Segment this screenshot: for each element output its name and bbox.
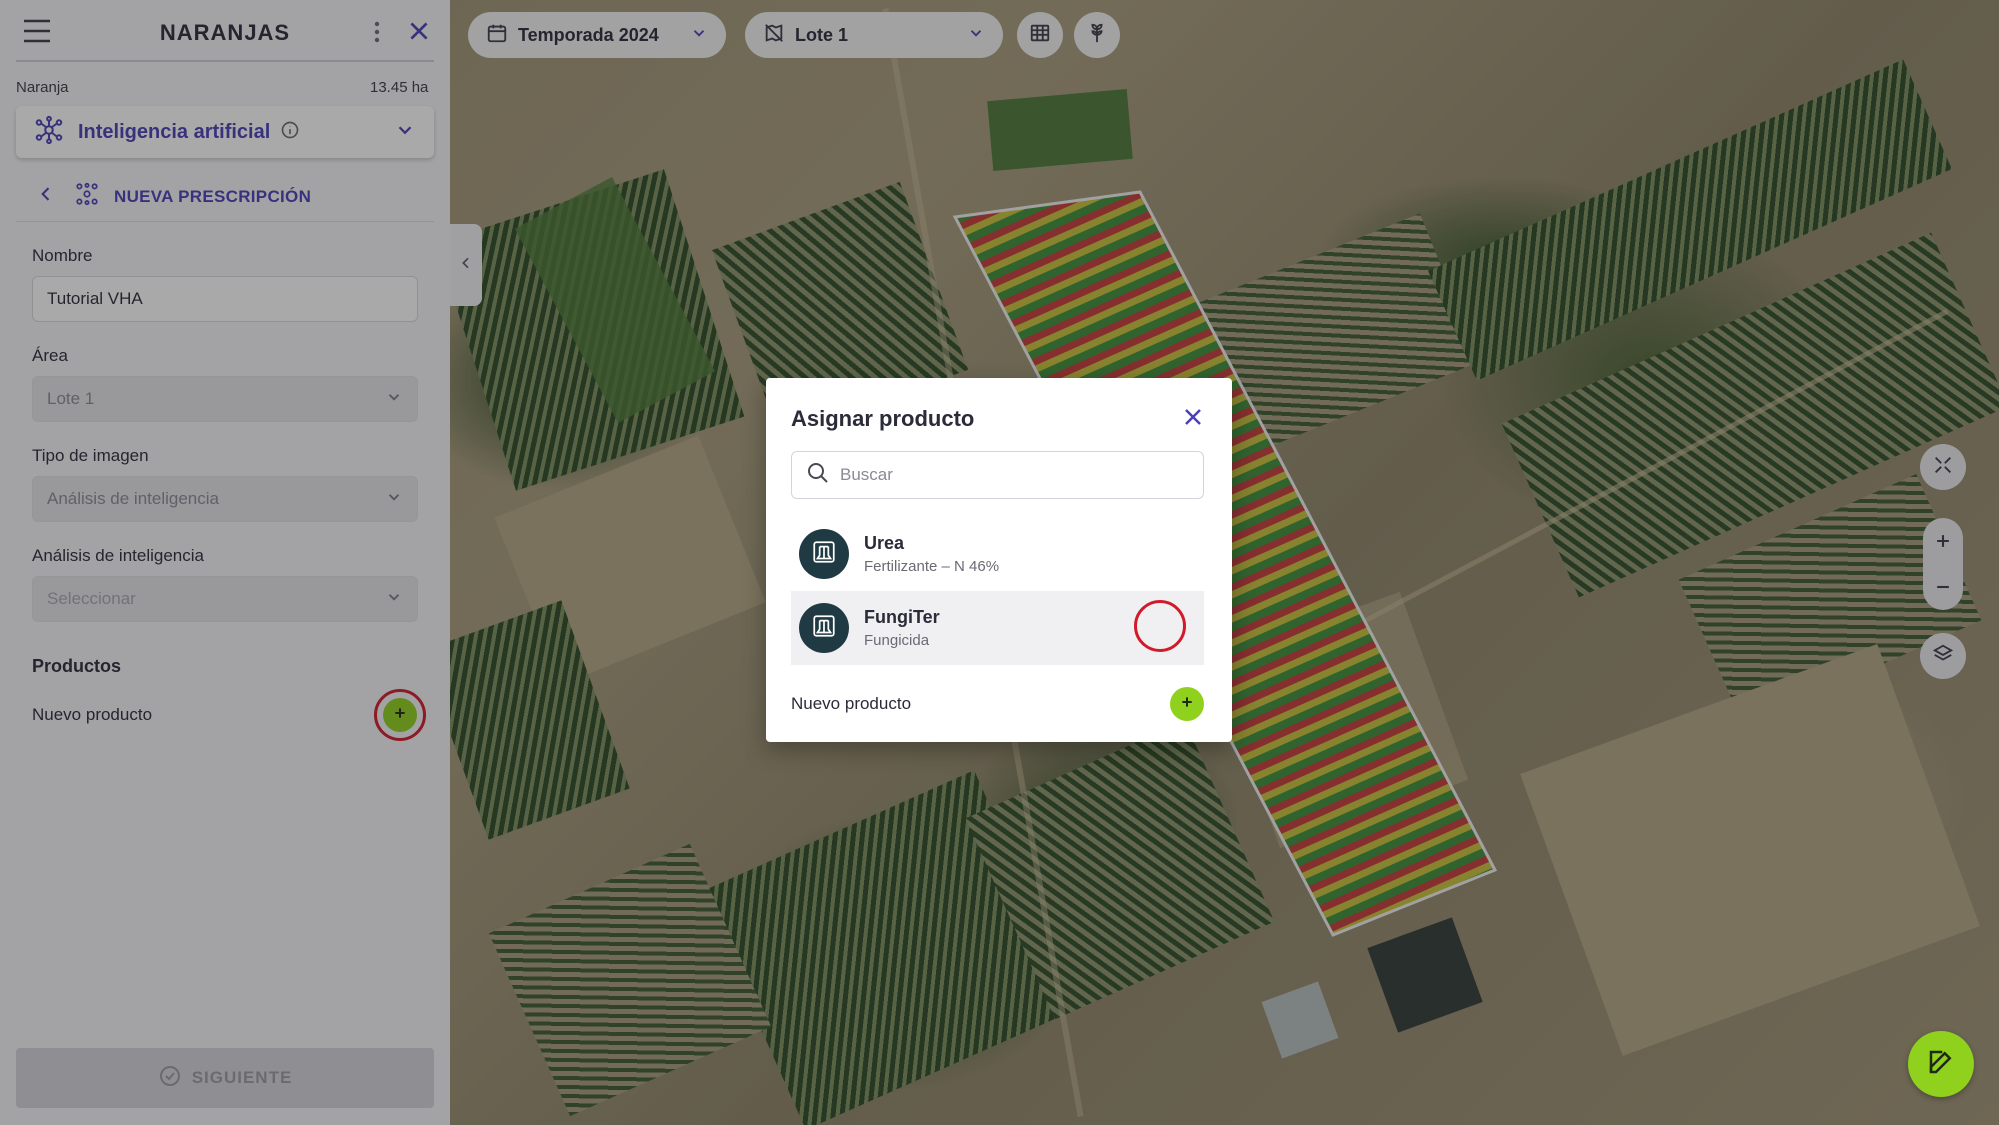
assign-product-modal: Asignar producto Urea Fertilizante – N 4… bbox=[766, 378, 1232, 742]
product-name: Urea bbox=[864, 533, 905, 553]
add-product-button[interactable] bbox=[1170, 687, 1204, 721]
highlight-ring bbox=[1134, 600, 1186, 652]
modal-close-button[interactable] bbox=[1178, 404, 1208, 434]
close-icon bbox=[1181, 405, 1205, 434]
product-flask-icon bbox=[811, 613, 837, 644]
search-field[interactable] bbox=[791, 451, 1204, 499]
search-icon bbox=[806, 461, 830, 490]
search-input[interactable] bbox=[840, 465, 1180, 485]
product-item-urea[interactable]: Urea Fertilizante – N 46% bbox=[791, 517, 1204, 591]
product-avatar bbox=[799, 529, 849, 579]
modal-title: Asignar producto bbox=[791, 406, 975, 431]
plus-icon bbox=[1179, 694, 1195, 715]
new-product-row[interactable]: Nuevo producto bbox=[791, 686, 1204, 722]
edit-button[interactable] bbox=[1908, 1031, 1974, 1097]
product-flask-icon bbox=[811, 539, 837, 570]
product-subtitle: Fertilizante – N 46% bbox=[864, 558, 1000, 575]
product-avatar bbox=[799, 603, 849, 653]
edit-icon bbox=[1926, 1047, 1956, 1082]
new-product-label: Nuevo producto bbox=[791, 694, 912, 713]
product-name: FungiTer bbox=[864, 607, 940, 627]
product-subtitle: Fungicida bbox=[864, 632, 930, 649]
